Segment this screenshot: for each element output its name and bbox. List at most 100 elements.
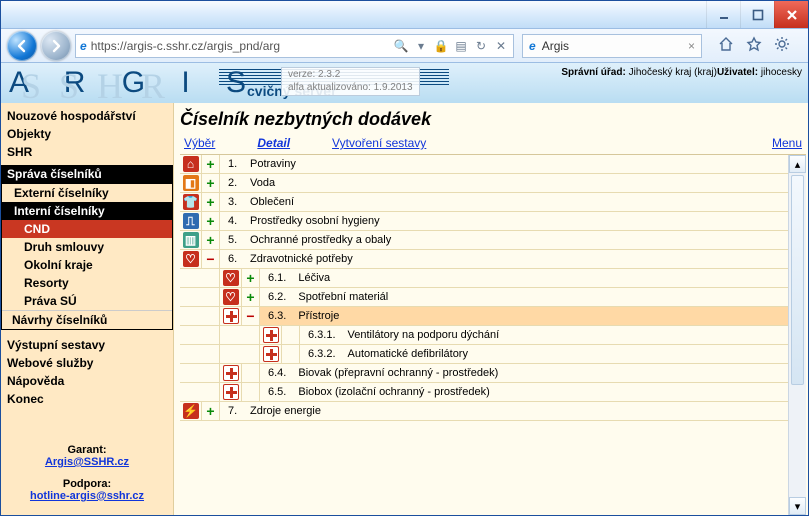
home-icon[interactable] bbox=[718, 36, 734, 55]
nav-vystupni[interactable]: Výstupní sestavy bbox=[1, 336, 173, 354]
nav-group-sprava[interactable]: Správa číselníků bbox=[1, 165, 173, 183]
expand-placeholder bbox=[242, 364, 260, 382]
tree-row-5[interactable]: ▥ + 5. Ochranné prostředky a obaly bbox=[180, 231, 788, 250]
cross-icon bbox=[223, 308, 239, 324]
content-tabs: Výběr Detail Vytvoření sestavy Menu bbox=[180, 136, 806, 154]
nav-konec[interactable]: Konec bbox=[1, 390, 173, 408]
window-maximize-button[interactable] bbox=[740, 1, 774, 28]
tree-row-7[interactable]: ⚡ + 7. Zdroje energie bbox=[180, 402, 788, 421]
row-number: 3. bbox=[220, 193, 244, 211]
nav-webove[interactable]: Webové služby bbox=[1, 354, 173, 372]
tree-row-6-5[interactable]: 6.5. Biobox (izolační ochranný - prostře… bbox=[180, 383, 788, 402]
tree-row-6-2[interactable]: ♡ + 6.2. Spotřební materiál bbox=[180, 288, 788, 307]
row-text: Zdroje energie bbox=[244, 402, 788, 420]
expand-icon[interactable]: + bbox=[202, 155, 220, 173]
category-icon: 👕 bbox=[183, 194, 199, 210]
vertical-scrollbar[interactable]: ▴ ▾ bbox=[788, 155, 806, 515]
nav-navrhy[interactable]: Návrhy číselníků bbox=[2, 310, 172, 329]
row-text: Přístroje bbox=[292, 307, 788, 325]
left-nav: Nouzové hospodářství Objekty SHR Správa … bbox=[1, 103, 173, 515]
row-text: Zdravotnické potřeby bbox=[244, 250, 788, 268]
category-icon: ⎍ bbox=[183, 213, 199, 229]
tree-row-1[interactable]: ⌂ + 1. Potraviny bbox=[180, 155, 788, 174]
expand-icon[interactable]: + bbox=[202, 402, 220, 420]
dropdown-icon[interactable]: ▾ bbox=[413, 38, 429, 54]
row-text: Biovak (přepravní ochranný - prostředek) bbox=[292, 364, 788, 382]
support-email-link[interactable]: hotline-argis@sshr.cz bbox=[30, 490, 144, 502]
tree-row-6-1[interactable]: ♡ + 6.1. Léčiva bbox=[180, 269, 788, 288]
scroll-thumb[interactable] bbox=[791, 175, 804, 385]
row-number: 4. bbox=[220, 212, 244, 230]
tree-row-6-3-2[interactable]: 6.3.2. Automatické defibrilátory bbox=[180, 345, 788, 364]
nav-resorty[interactable]: Resorty bbox=[2, 274, 172, 292]
nav-forward-button[interactable] bbox=[41, 31, 71, 61]
nav-cnd[interactable]: CND bbox=[2, 220, 172, 238]
expand-icon[interactable]: + bbox=[202, 231, 220, 249]
stop-icon[interactable]: ✕ bbox=[493, 38, 509, 54]
row-text: Potraviny bbox=[244, 155, 788, 173]
header-meta: Správní úřad: Jihočeský kraj (kraj)Uživa… bbox=[561, 67, 802, 78]
tree-row-2[interactable]: ◧ + 2. Voda bbox=[180, 174, 788, 193]
window-close-button[interactable] bbox=[774, 1, 808, 28]
category-icon: ◧ bbox=[183, 175, 199, 191]
category-icon: ⌂ bbox=[183, 156, 199, 172]
nav-shr[interactable]: SHR bbox=[1, 143, 173, 161]
tree-row-4[interactable]: ⎍ + 4. Prostředky osobní hygieny bbox=[180, 212, 788, 231]
nav-napoveda[interactable]: Nápověda bbox=[1, 372, 173, 390]
tab-menu[interactable]: Menu bbox=[772, 136, 802, 150]
address-bar[interactable]: e https://argis-c.sshr.cz/argis_pnd/arg … bbox=[75, 34, 514, 58]
collapse-icon[interactable]: − bbox=[242, 307, 260, 325]
browser-tab[interactable]: e Argis × bbox=[522, 34, 702, 58]
row-text: Voda bbox=[244, 174, 788, 192]
cross-icon bbox=[223, 365, 239, 381]
nav-externi[interactable]: Externí číselníky bbox=[2, 184, 172, 202]
nav-prava-su[interactable]: Práva SÚ bbox=[2, 292, 172, 310]
row-text: Ochranné prostředky a obaly bbox=[244, 231, 788, 249]
url-text: https://argis-c.sshr.cz/argis_pnd/arg bbox=[91, 39, 280, 53]
row-text: Automatické defibrilátory bbox=[342, 345, 788, 363]
row-number: 6.2. bbox=[260, 288, 292, 306]
nav-nouzove[interactable]: Nouzové hospodářství bbox=[1, 107, 173, 125]
tools-icon[interactable] bbox=[774, 36, 790, 55]
tab-close-icon[interactable]: × bbox=[688, 39, 695, 53]
nav-druh-smlouvy[interactable]: Druh smlouvy bbox=[2, 238, 172, 256]
updated-text: alfa aktualizováno: 1.9.2013 bbox=[288, 82, 413, 95]
bolt-icon: ⚡ bbox=[183, 403, 199, 419]
page-title: Číselník nezbytných dodávek bbox=[180, 109, 806, 130]
tab-sestavy[interactable]: Vytvoření sestavy bbox=[332, 136, 426, 150]
tree-row-3[interactable]: 👕 + 3. Oblečení bbox=[180, 193, 788, 212]
tree-row-6-3-1[interactable]: 6.3.1. Ventilátory na podporu dýchání bbox=[180, 326, 788, 345]
row-text: Oblečení bbox=[244, 193, 788, 211]
nav-okolni-kraje[interactable]: Okolní kraje bbox=[2, 256, 172, 274]
garant-label: Garant: bbox=[1, 444, 173, 456]
tab-title: Argis bbox=[542, 39, 569, 53]
refresh-icon[interactable]: ↻ bbox=[473, 38, 489, 54]
expand-icon[interactable]: + bbox=[202, 174, 220, 192]
cross-icon bbox=[263, 327, 279, 343]
tree-row-6-3[interactable]: − 6.3. Přístroje bbox=[180, 307, 788, 326]
nav-back-button[interactable] bbox=[7, 31, 37, 61]
compat-icon[interactable]: ▤ bbox=[453, 38, 469, 54]
expand-icon[interactable]: + bbox=[202, 193, 220, 211]
row-text: Ventilátory na podporu dýchání bbox=[342, 326, 788, 344]
window-minimize-button[interactable] bbox=[706, 1, 740, 28]
nav-objekty[interactable]: Objekty bbox=[1, 125, 173, 143]
garant-email-link[interactable]: Argis@SSHR.cz bbox=[45, 456, 129, 468]
tree-row-6-4[interactable]: 6.4. Biovak (přepravní ochranný - prostř… bbox=[180, 364, 788, 383]
expand-icon[interactable]: + bbox=[242, 288, 260, 306]
search-icon[interactable]: 🔍 bbox=[393, 38, 409, 54]
browser-toolbar: e https://argis-c.sshr.cz/argis_pnd/arg … bbox=[1, 29, 808, 63]
favorites-icon[interactable] bbox=[746, 36, 762, 55]
scroll-up-button[interactable]: ▴ bbox=[789, 155, 806, 173]
tab-vyber[interactable]: Výběr bbox=[184, 136, 215, 150]
nav-interni[interactable]: Interní číselníky bbox=[2, 202, 172, 220]
collapse-icon[interactable]: − bbox=[202, 250, 220, 268]
row-number: 2. bbox=[220, 174, 244, 192]
scroll-down-button[interactable]: ▾ bbox=[789, 497, 806, 515]
main-panel: Číselník nezbytných dodávek Výběr Detail… bbox=[173, 103, 808, 515]
tree-row-6[interactable]: ♡ − 6. Zdravotnické potřeby bbox=[180, 250, 788, 269]
row-number: 6.4. bbox=[260, 364, 292, 382]
expand-icon[interactable]: + bbox=[242, 269, 260, 287]
expand-icon[interactable]: + bbox=[202, 212, 220, 230]
tab-detail[interactable]: Detail bbox=[257, 136, 290, 150]
